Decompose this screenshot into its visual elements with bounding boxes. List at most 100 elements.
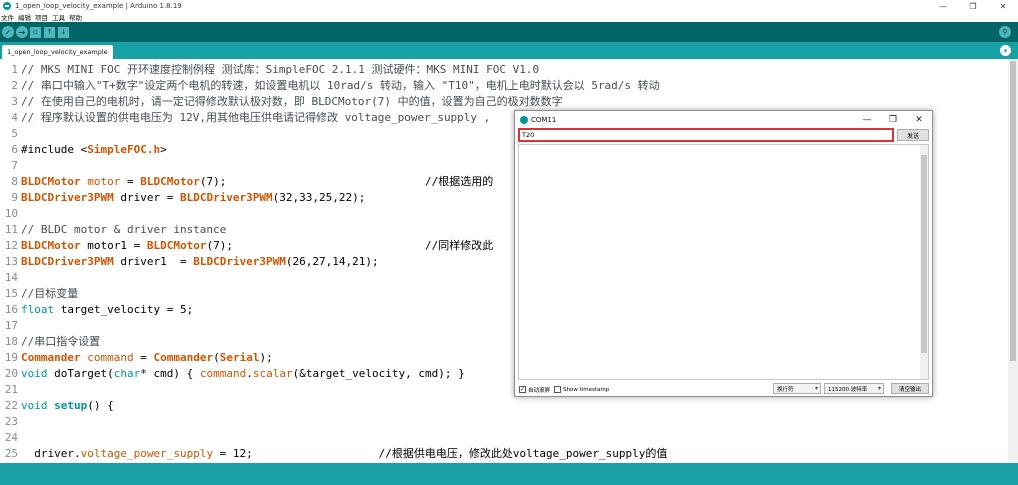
code-line[interactable]: 8 BLDCMotor motor = BLDCMotor(7); //根据选用的 xyxy=(0,174,493,190)
code-token: // 在使用自己的电机时，请一定记得修改默认极对数，即 BLDCMotor(7)… xyxy=(21,95,563,108)
code-token: setup xyxy=(54,399,88,412)
code-line[interactable]: 16 float target_velocity = 5; xyxy=(0,302,193,318)
line-number: 22 xyxy=(4,399,18,412)
code-line[interactable]: 13 BLDCDriver3PWM driver1 = BLDCDriver3PW… xyxy=(0,254,379,270)
timestamp-checkbox[interactable]: Show timestamp xyxy=(554,386,609,393)
menu-tools[interactable]: 工具 xyxy=(51,12,68,22)
baud-rate-select[interactable]: 115200 波特率 ▾ xyxy=(824,383,884,394)
code-token: BLDCMotor xyxy=(21,239,81,252)
line-number: 20 xyxy=(4,367,18,380)
code-line[interactable]: 2// 串口中输入"T+数字"设定两个电机的转速，如设置电机以 10rad/s … xyxy=(0,78,660,94)
line-number: 16 xyxy=(4,303,18,316)
code-token: //串口指令设置 xyxy=(21,335,101,348)
code-token: scalar xyxy=(252,367,293,380)
code-token: BLDCDriver3PWM xyxy=(21,255,114,268)
serial-maximize-button[interactable]: ❐ xyxy=(880,111,906,128)
code-line[interactable]: 3// 在使用自己的电机时，请一定记得修改默认极对数，即 BLDCMotor(7… xyxy=(0,94,563,110)
send-button[interactable]: 发送 xyxy=(897,129,929,141)
arduino-logo-icon xyxy=(520,115,528,124)
line-number: 21 xyxy=(4,383,18,396)
serial-send-input[interactable] xyxy=(518,128,894,142)
verify-icon[interactable]: ✓ xyxy=(2,26,14,38)
timestamp-check-box xyxy=(554,386,562,393)
code-token: = xyxy=(133,351,154,364)
code-token: driver = xyxy=(113,191,180,204)
code-token: Serial xyxy=(219,351,260,364)
upload-icon[interactable]: → xyxy=(16,26,28,38)
code-token: BLDCDriver3PWM xyxy=(179,191,273,204)
serial-monitor-icon[interactable]: ⚲ xyxy=(999,26,1011,38)
code-line[interactable]: 9 BLDCDriver3PWM driver = BLDCDriver3PWM(… xyxy=(0,190,365,206)
editor-scrollbar[interactable] xyxy=(1008,59,1018,463)
code-line[interactable]: 24 xyxy=(0,430,21,446)
code-line[interactable]: 1// MKS MINI FOC 开环速度控制例程 测试库：SimpleFOC … xyxy=(0,62,539,78)
serial-scrollbar[interactable] xyxy=(920,145,928,379)
code-line[interactable]: 10 xyxy=(0,206,21,222)
line-number: 2 xyxy=(11,79,18,92)
serial-scrollbar-thumb[interactable] xyxy=(921,155,927,353)
menu-file[interactable]: 文件 xyxy=(0,12,17,22)
code-token: (7); //同样修改此 xyxy=(206,239,494,252)
code-token: ( xyxy=(213,351,220,364)
line-number: 25 xyxy=(4,447,18,460)
save-sketch-icon[interactable]: ↓ xyxy=(58,26,69,38)
close-button[interactable]: ✕ xyxy=(988,0,1018,12)
menu-edit[interactable]: 编辑 xyxy=(17,12,34,22)
code-line[interactable]: 7 xyxy=(0,158,21,174)
code-token: // 串口中输入"T+数字"设定两个电机的转速，如设置电机以 10rad/s 转… xyxy=(21,79,660,92)
new-sketch-icon[interactable]: ▫ xyxy=(30,26,41,38)
code-line[interactable]: 17 xyxy=(0,318,21,334)
clear-output-button[interactable]: 清空输出 xyxy=(891,383,929,394)
code-line[interactable]: 12 BLDCMotor motor1 = BLDCMotor(7); //同样修… xyxy=(0,238,494,254)
serial-output-area[interactable] xyxy=(518,144,929,380)
line-number: 23 xyxy=(4,415,18,428)
code-token: motor1 = xyxy=(80,239,147,252)
menu-bar: 文件 编辑 项目 工具 帮助 xyxy=(0,12,1018,22)
serial-titlebar: COM11 — ❐ ✕ xyxy=(515,111,932,128)
code-line[interactable]: 14 xyxy=(0,270,21,286)
code-line[interactable]: 22 void setup() { xyxy=(0,398,114,414)
status-bar xyxy=(0,463,1018,485)
code-token: BLDCDriver3PWM xyxy=(21,191,114,204)
minimize-button[interactable]: — xyxy=(928,0,958,12)
code-token: () { xyxy=(87,399,114,412)
line-number: 18 xyxy=(4,335,18,348)
code-token: command xyxy=(199,367,247,380)
code-line[interactable]: 4// 程序默认设置的供电电压为 12V,用其他电压供电请记得修改 voltag… xyxy=(0,110,490,126)
code-line[interactable]: 18//串口指令设置 xyxy=(0,334,101,350)
line-number: 8 xyxy=(11,175,18,188)
line-number: 13 xyxy=(4,255,18,268)
code-token: doTarget( xyxy=(47,367,114,380)
autoscroll-checkbox[interactable]: ✓ 自动滚屏 xyxy=(519,386,550,394)
autoscroll-check-icon: ✓ xyxy=(519,385,526,393)
line-ending-select[interactable]: 换行符 ▾ xyxy=(773,383,821,394)
tab-sketch[interactable]: 1_open_loop_velocity_example xyxy=(2,45,113,59)
code-line[interactable]: 11// BLDC motor & driver instance xyxy=(0,222,227,238)
code-token: char xyxy=(113,367,141,380)
code-line[interactable]: 20 void doTarget(char* cmd) { command.sca… xyxy=(0,366,465,382)
code-line[interactable]: 5 xyxy=(0,126,21,142)
line-ending-value: 换行符 xyxy=(777,386,794,393)
menu-help[interactable]: 帮助 xyxy=(68,12,85,22)
autoscroll-label: 自动滚屏 xyxy=(528,387,551,394)
line-number: 11 xyxy=(4,223,18,236)
code-line[interactable]: 19 Commander command = Commander(Serial); xyxy=(0,350,273,366)
line-number: 15 xyxy=(4,287,18,300)
code-line[interactable]: 23 xyxy=(0,414,21,430)
maximize-button[interactable]: ❐ xyxy=(958,0,988,12)
editor-scrollbar-thumb[interactable] xyxy=(1010,61,1016,361)
code-line[interactable]: 21 xyxy=(0,382,21,398)
tab-menu-icon[interactable]: ▾ xyxy=(1000,45,1011,56)
line-number: 5 xyxy=(11,127,18,140)
serial-close-button[interactable]: ✕ xyxy=(906,111,932,128)
code-line[interactable]: 15//目标变量 xyxy=(0,286,79,302)
code-token: //目标变量 xyxy=(21,287,79,300)
menu-sketch[interactable]: 项目 xyxy=(34,12,51,22)
open-sketch-icon[interactable]: ↑ xyxy=(44,26,55,38)
serial-title: COM11 xyxy=(531,115,557,124)
line-number: 7 xyxy=(11,159,18,172)
code-line[interactable]: 6 #include <SimpleFOC.h> xyxy=(0,142,166,158)
code-line[interactable]: 25 driver.voltage_power_supply = 12; //根… xyxy=(0,446,668,462)
timestamp-label: Show timestamp xyxy=(563,386,610,393)
serial-minimize-button[interactable]: — xyxy=(854,111,880,128)
